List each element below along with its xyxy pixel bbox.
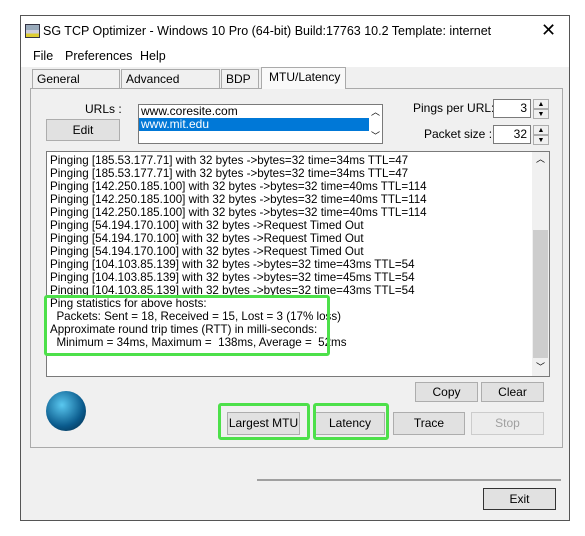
scrollbar-thumb[interactable] — [533, 230, 548, 358]
menu-bar: File Preferences Help — [21, 46, 569, 67]
app-window: SG TCP Optimizer - Windows 10 Pro (64-bi… — [20, 15, 570, 521]
log-line: Pinging [54.194.170.100] with 32 bytes -… — [50, 245, 364, 258]
pings-input[interactable]: 3 — [493, 99, 531, 118]
pings-down-icon[interactable]: ▼ — [533, 109, 549, 119]
trace-button[interactable]: Trace — [393, 412, 465, 435]
urls-label: URLs : — [85, 102, 122, 116]
log-line: Pinging [104.103.85.139] with 32 bytes -… — [50, 258, 415, 271]
menu-preferences[interactable]: Preferences — [65, 49, 132, 63]
chevron-down-icon[interactable]: ﹀ — [371, 129, 380, 142]
scroll-down-icon[interactable]: ﹀ — [536, 360, 545, 373]
log-line: Pinging [185.53.177.71] with 32 bytes ->… — [50, 154, 409, 167]
statistics-highlight — [44, 295, 330, 356]
log-line: Pinging [142.250.185.100] with 32 bytes … — [50, 180, 427, 193]
tab-mtu-latency[interactable]: MTU/Latency — [261, 67, 346, 89]
packet-size-input[interactable]: 32 — [493, 125, 531, 144]
packet-size-label: Packet size : — [424, 127, 493, 141]
url-item-selected[interactable]: www.mit.edu — [139, 118, 369, 131]
mtu-latency-panel: URLs : Edit www.coresite.com www.mit.edu… — [30, 88, 563, 448]
largest-mtu-highlight — [218, 403, 310, 440]
packet-up-icon[interactable]: ▲ — [533, 125, 549, 135]
log-line: Pinging [104.103.85.139] with 32 bytes -… — [50, 271, 415, 284]
url-list[interactable]: www.coresite.com www.mit.edu ︿ ﹀ — [138, 104, 383, 144]
log-line: Pinging [54.194.170.100] with 32 bytes -… — [50, 219, 364, 232]
log-line: Pinging [185.53.177.71] with 32 bytes ->… — [50, 167, 409, 180]
packet-down-icon[interactable]: ▼ — [533, 135, 549, 145]
separator — [257, 479, 561, 481]
log-line: Pinging [54.194.170.100] with 32 bytes -… — [50, 232, 364, 245]
menu-file[interactable]: File — [33, 49, 53, 63]
tab-general-settings[interactable]: General Settings — [32, 69, 120, 105]
pings-label: Pings per URL: — [413, 101, 495, 115]
window-title: SG TCP Optimizer - Windows 10 Pro (64-bi… — [43, 24, 492, 38]
clear-button[interactable]: Clear — [481, 382, 544, 402]
pings-up-icon[interactable]: ▲ — [533, 99, 549, 109]
vertical-scrollbar[interactable]: ︿ ﹀ — [532, 152, 549, 376]
log-line: Pinging [142.250.185.100] with 32 bytes … — [50, 193, 427, 206]
tab-bdp[interactable]: BDP — [221, 69, 259, 88]
chevron-up-icon[interactable]: ︿ — [371, 105, 380, 118]
log-line: Pinging [142.250.185.100] with 32 bytes … — [50, 206, 427, 219]
title-bar: SG TCP Optimizer - Windows 10 Pro (64-bi… — [21, 16, 569, 46]
scroll-up-icon[interactable]: ︿ — [536, 152, 545, 165]
latency-highlight — [313, 403, 389, 440]
menu-help[interactable]: Help — [140, 49, 166, 63]
tab-advanced-settings[interactable]: Advanced Settings — [121, 69, 220, 105]
edit-button[interactable]: Edit — [46, 119, 120, 141]
app-icon — [25, 24, 40, 38]
exit-button[interactable]: Exit — [483, 488, 556, 510]
stop-button: Stop — [471, 412, 544, 435]
close-icon[interactable]: ✕ — [541, 20, 556, 41]
copy-button[interactable]: Copy — [415, 382, 478, 402]
globe-icon — [46, 391, 86, 431]
